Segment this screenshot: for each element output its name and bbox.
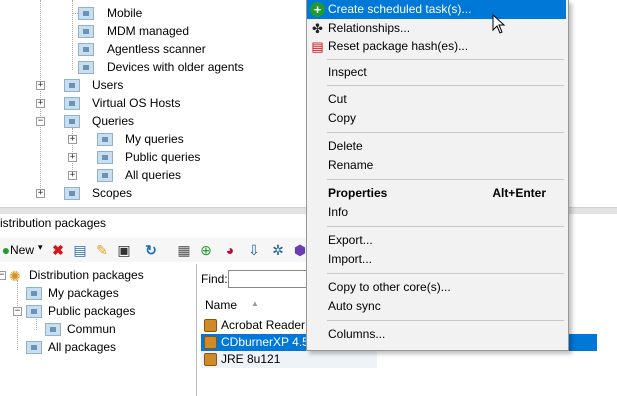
menu-item-export[interactable]: Export... (307, 231, 566, 250)
menu-item-properties[interactable]: Properties Alt+Enter (307, 184, 566, 203)
tree-item-mobile[interactable]: Mobile (72, 4, 142, 22)
menu-item-copy[interactable]: Copy (307, 109, 566, 128)
expand-icon[interactable]: + (68, 135, 77, 144)
refresh-icon[interactable]: ↻ (143, 242, 159, 258)
menu-item-columns[interactable]: Columns... (307, 325, 566, 344)
relationships-icon: ✤ (312, 21, 323, 36)
package-icon (204, 353, 217, 366)
menu-separator (327, 273, 564, 274)
tree-item-agentless-scanner[interactable]: Agentless scanner (78, 40, 206, 58)
expand-icon[interactable]: + (68, 153, 77, 162)
tree-item-public-packages[interactable]: Public packages (26, 302, 135, 320)
context-menu: + Create scheduled task(s)... ✤ Relation… (306, 0, 569, 351)
menu-item-relationships[interactable]: ✤ Relationships... (307, 19, 566, 38)
menu-item-reset-package-hash[interactable]: ▤ Reset package hash(es)... (307, 37, 566, 56)
folder-icon (64, 115, 80, 129)
column-header-name[interactable]: Name (205, 298, 237, 312)
tree-item-my-packages[interactable]: My packages (26, 284, 119, 302)
reset-hash-icon: ▤ (311, 39, 324, 54)
sort-arrow-icon: ▲ (251, 299, 259, 308)
menu-separator (327, 226, 564, 227)
package-icon[interactable]: ▣ (116, 242, 132, 258)
menu-separator (327, 320, 564, 321)
collapse-icon[interactable]: − (13, 307, 22, 316)
settings-icon[interactable]: ✲ (270, 242, 286, 258)
tree-item-my-queries[interactable]: My queries (97, 130, 184, 148)
expand-icon[interactable]: + (68, 171, 77, 180)
folder-icon (78, 61, 94, 75)
menu-item-inspect[interactable]: Inspect (307, 63, 566, 82)
task-remove-icon[interactable]: ▦ (176, 242, 192, 258)
properties-shortcut: Alt+Enter (492, 186, 546, 200)
tree-item-public-queries[interactable]: Public queries (97, 148, 200, 166)
delete-icon[interactable]: ✖ (50, 242, 66, 258)
expand-icon[interactable]: + (36, 81, 45, 90)
package-tree: − ✺ Distribution packages My packages − P… (0, 264, 197, 396)
tree-item-mdm-managed[interactable]: MDM managed (78, 22, 189, 40)
menu-item-copy-to-other-core[interactable]: Copy to other core(s)... (307, 278, 566, 297)
find-label: Find: (201, 272, 228, 286)
tree-line (72, 0, 73, 70)
package-icon (204, 336, 217, 349)
menu-separator (327, 59, 564, 60)
folder-icon (78, 7, 94, 21)
folder-icon (78, 43, 94, 57)
menu-separator (327, 85, 564, 86)
menu-item-cut[interactable]: Cut (307, 90, 566, 109)
menu-item-info[interactable]: Info (307, 203, 566, 222)
folder-icon (64, 97, 80, 111)
list-item[interactable]: Acrobat ReaderM (201, 317, 321, 334)
folder-icon (64, 79, 80, 93)
tree-item-all-packages[interactable]: All packages (26, 338, 116, 356)
menu-separator (327, 132, 564, 133)
menu-item-auto-sync[interactable]: Auto sync (307, 297, 566, 316)
tree-item-users[interactable]: Users (64, 76, 123, 94)
chevron-down-icon[interactable]: ▾ (38, 242, 43, 253)
copy-icon[interactable]: ▤ (72, 242, 88, 258)
folder-icon (97, 151, 113, 165)
package-icon (204, 319, 217, 332)
panel-title: istribution packages (0, 216, 107, 230)
folder-icon (64, 187, 80, 201)
menu-separator (327, 179, 564, 180)
deploy-icon[interactable]: ⇩ (246, 242, 262, 258)
folder-icon (26, 305, 42, 319)
collapse-icon[interactable]: − (36, 117, 45, 126)
folder-icon (45, 323, 61, 337)
sun-icon: ✺ (9, 267, 21, 284)
tree-item-distribution-packages[interactable]: ✺ Distribution packages (9, 266, 144, 284)
expand-icon[interactable]: + (36, 189, 45, 198)
tree-item-commun[interactable]: Commun (45, 320, 116, 338)
folder-icon (97, 169, 113, 183)
list-item[interactable]: JRE 8u121 (201, 351, 377, 368)
tree-item-older-agents[interactable]: Devices with older agents (78, 58, 244, 76)
tree-item-all-queries[interactable]: All queries (97, 166, 181, 184)
folder-icon (97, 133, 113, 147)
menu-item-import[interactable]: Import... (307, 250, 566, 269)
tree-item-virtual-os-hosts[interactable]: Virtual OS Hosts (64, 94, 180, 112)
menu-item-delete[interactable]: Delete (307, 137, 566, 156)
edit-icon[interactable]: ✎ (94, 242, 110, 258)
add-task-icon[interactable]: ⊕ (198, 242, 214, 258)
folder-icon (26, 287, 42, 301)
folder-icon (78, 25, 94, 39)
menu-item-rename[interactable]: Rename (307, 156, 566, 175)
folder-icon (26, 341, 42, 355)
toolbar: ● New ▾ ✖ ▤ ✎ ▣ ↻ ▦ ⊕ ◕ ⇩ ✲ ⬢ (0, 238, 320, 262)
mouse-cursor-icon (492, 14, 506, 34)
tree-item-queries[interactable]: Queries (64, 112, 134, 130)
clock-add-icon: + (310, 2, 325, 17)
collapse-icon[interactable]: − (0, 271, 6, 280)
new-button[interactable]: New (10, 243, 34, 257)
chart-icon[interactable]: ◕ (222, 242, 238, 258)
tree-item-scopes[interactable]: Scopes (64, 184, 132, 202)
menu-item-create-scheduled-task[interactable]: + Create scheduled task(s)... (307, 0, 566, 19)
expand-icon[interactable]: + (36, 99, 45, 108)
